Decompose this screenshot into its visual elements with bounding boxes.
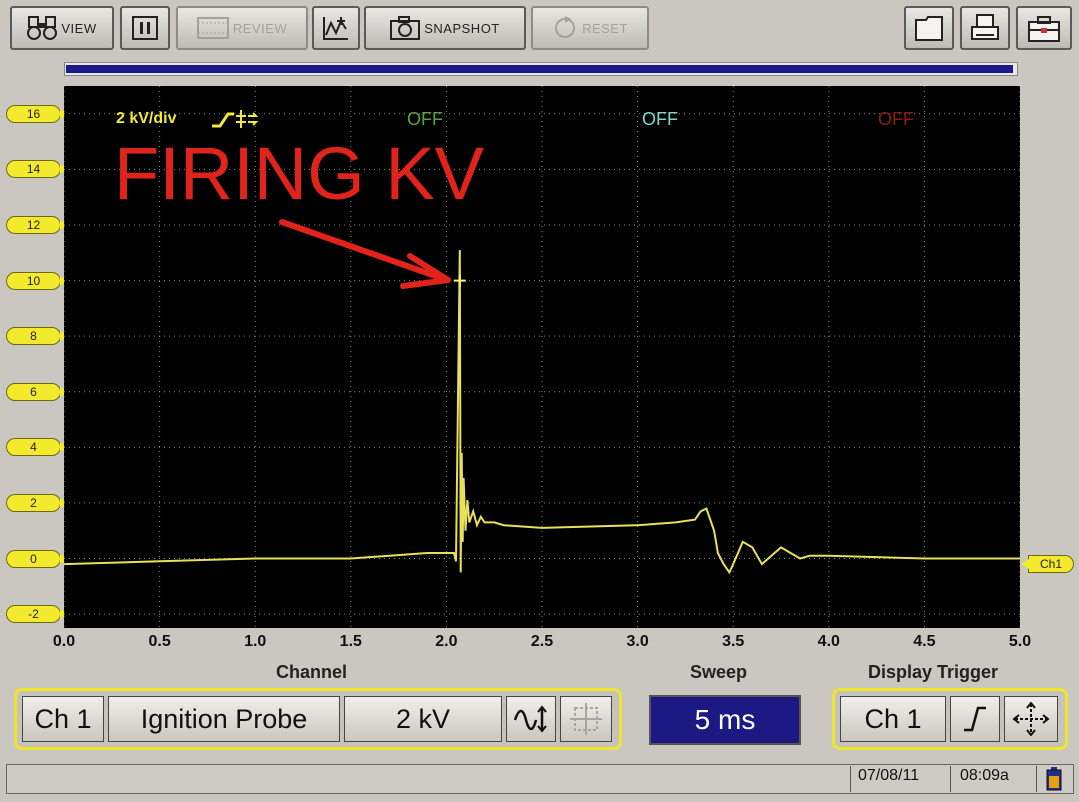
sweep-section-label: Sweep (690, 662, 748, 682)
x-axis-tick-label: 1.0 (244, 633, 267, 650)
x-axis-tick-label: 1.5 (339, 633, 362, 650)
x-axis-tick-label: 0.0 (52, 633, 76, 650)
move-trigger-icon (1012, 702, 1050, 736)
status-time: 08:09a (960, 767, 1009, 784)
reset-button[interactable]: RESET (531, 6, 649, 50)
y-axis-tick-label: 14 (6, 160, 68, 179)
y-axis-tick-label: 0 (6, 549, 68, 568)
display-trigger-section-label: Display Trigger (868, 662, 999, 682)
scale-select-button[interactable]: 2 kV (344, 696, 502, 742)
ch4-status: OFF (878, 109, 914, 129)
x-axis-tick-label: 4.0 (817, 633, 840, 650)
status-date: 07/08/11 (858, 767, 920, 784)
toolbox-button[interactable] (1016, 6, 1072, 50)
x-axis-tick-label: 3.5 (722, 633, 745, 650)
pause-icon (132, 16, 158, 40)
snapshot-label: SNAPSHOT (424, 20, 500, 36)
waveform-scale-icon (513, 704, 549, 734)
y-axis-tick-label: 12 (6, 215, 68, 234)
buffer-progress-bar[interactable] (64, 62, 1018, 76)
waveform-plot: 2 kV/div OFF OFF OFF FIRING KV (63, 86, 1021, 628)
reset-label: RESET (582, 20, 628, 36)
auto-scale-icon (567, 702, 605, 736)
camera-icon (390, 16, 421, 40)
printer-icon (970, 13, 1000, 43)
auto-scale-button[interactable] (560, 696, 612, 742)
toolbox-icon (1027, 13, 1061, 43)
battery-icon (1046, 767, 1062, 796)
channel-section-label: Channel (276, 662, 348, 682)
buffer-progress-fill (66, 65, 1014, 73)
ch2-status: OFF (407, 109, 443, 129)
trigger-position-button[interactable] (1004, 696, 1058, 742)
rising-edge-icon (960, 704, 990, 734)
reset-icon (552, 16, 578, 40)
trigger-channel-button[interactable]: Ch 1 (840, 696, 946, 742)
folder-icon (914, 14, 944, 42)
y-axis-tick-label: 8 (6, 327, 68, 346)
pause-button[interactable] (120, 6, 170, 50)
review-label: REVIEW (232, 20, 288, 36)
annotation-arrow (279, 219, 451, 289)
trace-marker-button[interactable] (312, 6, 360, 50)
x-axis-tick-label: 4.5 (913, 633, 936, 650)
scope-display: 2 kV/div OFF OFF OFF FIRING KV (63, 86, 1021, 628)
ch3-status: OFF (642, 109, 678, 129)
y-axis-tick-label: 2 (6, 493, 68, 512)
film-icon (196, 17, 229, 39)
scale-label: 2 kV/div (116, 110, 177, 127)
view-label: VIEW (61, 20, 97, 36)
channel-select-button[interactable]: Ch 1 (22, 696, 104, 742)
channel-panel: Ch 1 Ignition Probe 2 kV (14, 688, 622, 750)
trigger-slope-button[interactable] (950, 696, 1000, 742)
y-axis-tick-label: -2 (6, 605, 68, 624)
trace-marker-icon (322, 15, 350, 41)
waveform-scale-button[interactable] (506, 696, 556, 742)
y-axis-tick-label: 6 (6, 382, 68, 401)
review-button[interactable]: REVIEW (176, 6, 308, 50)
y-axis-tick-label: 16 (6, 104, 68, 123)
snapshot-button[interactable]: SNAPSHOT (364, 6, 526, 50)
sweep-select-button[interactable]: 5 ms (649, 695, 801, 745)
peak-cursor (453, 274, 466, 287)
trigger-slope-icon (212, 110, 259, 128)
x-axis-tick-label: 2.5 (530, 633, 554, 650)
y-axis-tick-label: 10 (6, 271, 68, 290)
x-axis-tick-label: 2.0 (435, 633, 458, 650)
x-axis-tick-label: 0.5 (148, 633, 171, 650)
binoculars-icon (27, 15, 58, 41)
open-file-button[interactable] (904, 6, 954, 50)
probe-select-button[interactable]: Ignition Probe (108, 696, 340, 742)
channel-1-marker[interactable]: Ch1 (1021, 555, 1074, 573)
x-axis-tick-label: 5.0 (1008, 633, 1032, 650)
x-axis-tick-label: 3.0 (626, 633, 649, 650)
display-trigger-panel: Ch 1 (832, 688, 1068, 750)
print-button[interactable] (960, 6, 1010, 50)
y-axis-tick-label: 4 (6, 438, 68, 457)
view-button[interactable]: VIEW (10, 6, 114, 50)
firing-kv-annotation: FIRING KV (114, 132, 485, 215)
